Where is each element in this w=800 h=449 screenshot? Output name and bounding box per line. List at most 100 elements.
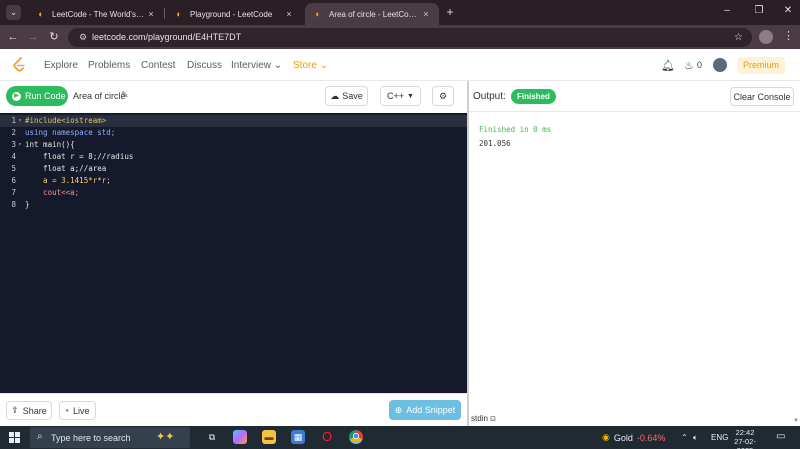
settings-button[interactable]: ⚙ [432, 86, 454, 106]
chevron-up-icon[interactable]: ⌃ [681, 433, 688, 442]
line-number: 2 [11, 128, 16, 137]
browser-tab-area-of-circle[interactable]: ◐ Area of circle - LeetCode Playground × [305, 3, 439, 25]
volume-icon[interactable]: 🔈︎ [693, 433, 698, 443]
windows-start-icon[interactable] [9, 432, 20, 443]
line-number: 1 [11, 116, 16, 125]
code-line[interactable]: 3 ▾ int main(){ [0, 139, 467, 151]
nav-store-label: Store [293, 60, 317, 71]
share-button[interactable]: ⇪ Share [6, 401, 52, 420]
code-text: cout<<a; [25, 188, 80, 197]
forward-icon[interactable]: → [26, 30, 40, 44]
language-select[interactable]: C++ ▼ [380, 86, 421, 106]
editor-toolbar: ▶ Run Code Area of circle ✎ ☁ Save C++ ▼… [0, 81, 467, 113]
clear-console-button[interactable]: Clear Console [730, 87, 794, 106]
task-view-icon[interactable]: ⧉ [205, 430, 219, 444]
plus-circle-icon: ⊕ [394, 404, 403, 415]
stdin-label: stdin [471, 414, 488, 423]
leetcode-favicon-icon: ◐ [315, 9, 321, 19]
tab-title: LeetCode - The World's Leading [52, 9, 146, 19]
play-icon: ▶ [12, 91, 21, 101]
notification-bell-icon[interactable]: 🔔︎ [661, 59, 675, 72]
code-line[interactable]: 2 using namespace std; [0, 127, 467, 139]
streak-fire-icon[interactable]: ♨ [684, 59, 694, 72]
tab-separator [164, 8, 165, 19]
search-placeholder: Type here to search [51, 433, 131, 443]
bookmark-star-icon[interactable]: ☆ [734, 31, 743, 44]
line-number: 6 [11, 176, 16, 185]
minimize-icon[interactable]: – [720, 5, 734, 16]
nav-interview[interactable]: Interview ⌄ [231, 60, 282, 71]
tab-close-icon[interactable]: × [284, 9, 294, 19]
url-text[interactable]: leetcode.com/playground/E4HTE7DT [92, 31, 241, 44]
leetcode-navbar: Explore Problems Contest Discuss Intervi… [0, 49, 800, 81]
code-line[interactable]: 1 ▾ #include<iostream> [0, 115, 467, 127]
tab-title: Area of circle - LeetCode Playground [329, 9, 421, 19]
file-explorer-icon[interactable]: ▬ [262, 430, 276, 444]
nav-contest[interactable]: Contest [141, 60, 175, 71]
tab-close-icon[interactable]: × [421, 9, 431, 19]
line-number: 4 [11, 152, 16, 161]
code-line[interactable]: 5 float a;//area [0, 163, 467, 175]
code-text: #include<iostream> [25, 116, 107, 125]
system-clock[interactable]: 22:42 27-02-2025 [729, 428, 761, 449]
opera-icon[interactable]: O [320, 430, 334, 444]
restore-icon[interactable]: ❐ [752, 5, 766, 16]
code-line[interactable]: 4 float r = 8;//radius [0, 151, 467, 163]
weather-ticker[interactable]: ◉ Gold -0.64% [602, 432, 665, 443]
windows-taskbar: ⌕ Type here to search ✦✦ ⧉ ▬ ▦ O ◉ Gold … [0, 426, 800, 449]
stdin-toggle[interactable]: stdin ⊡ [471, 414, 496, 423]
chrome-icon[interactable] [349, 430, 363, 444]
save-button[interactable]: ☁ Save [325, 86, 368, 106]
code-line[interactable]: 6 a = 3.1415*r*r; [0, 175, 467, 187]
live-button[interactable]: ● Live [59, 401, 96, 420]
code-line[interactable]: 7 cout<<a; [0, 187, 467, 199]
copilot-icon[interactable] [233, 430, 247, 444]
fold-arrow-icon[interactable]: ▾ [18, 139, 22, 151]
editor-bottom-bar: ⇪ Share ● Live ⊕ Add Snippet [0, 393, 467, 426]
share-label: Share [22, 405, 47, 416]
search-icon: ⌕ [37, 431, 43, 442]
code-text: a = 3.1415*r*r; [25, 176, 111, 185]
run-code-button[interactable]: ▶ Run Code [6, 86, 68, 106]
tab-search-chevron-icon[interactable]: ⌄ [6, 5, 21, 20]
output-panel: Output: Finished Clear Console Finished … [469, 81, 800, 426]
microsoft-store-icon[interactable]: ▦ [291, 430, 305, 444]
code-text: } [25, 200, 30, 209]
scroll-down-arrow-icon[interactable]: ▼ [793, 418, 799, 424]
browser-profile-avatar[interactable] [759, 30, 773, 44]
code-editor[interactable]: 1 ▾ #include<iostream> 2 using namespace… [0, 113, 467, 393]
nav-explore[interactable]: Explore [44, 60, 78, 71]
code-text: int main(){ [25, 140, 75, 149]
back-icon[interactable]: ← [6, 30, 20, 44]
browser-tab-playground[interactable]: ◐ Playground - LeetCode × [166, 3, 302, 25]
browser-tab-leetcode[interactable]: ◐ LeetCode - The World's Leading × [28, 3, 164, 25]
snippet-name[interactable]: Area of circle [73, 91, 126, 101]
browser-tab-strip: ⌄ ◐ LeetCode - The World's Leading × ◐ P… [0, 0, 800, 25]
new-tab-button[interactable]: + [443, 5, 457, 19]
browser-menu-icon[interactable]: ⋮ [783, 29, 794, 42]
code-text: float r = 8;//radius [25, 152, 134, 161]
nav-store[interactable]: Store ⌄ [293, 60, 328, 71]
reload-icon[interactable]: ↻ [47, 30, 61, 44]
leetcode-logo-icon[interactable] [12, 57, 26, 73]
fold-arrow-icon[interactable]: ▾ [18, 115, 22, 127]
code-line[interactable]: 8 } [0, 199, 467, 211]
nav-problems[interactable]: Problems [88, 60, 130, 71]
gold-change: -0.64% [636, 432, 666, 443]
site-info-icon[interactable]: ⚙ [76, 31, 90, 44]
nav-discuss[interactable]: Discuss [187, 60, 222, 71]
notification-center-icon[interactable]: ▭ [776, 431, 785, 442]
premium-button[interactable]: Premium [737, 57, 785, 74]
user-avatar[interactable] [713, 58, 727, 72]
address-bar[interactable]: ⚙ leetcode.com/playground/E4HTE7DT ☆ [68, 28, 752, 47]
add-snippet-button[interactable]: ⊕ Add Snippet [389, 400, 461, 420]
clock-time: 22:42 [735, 428, 755, 437]
pencil-icon[interactable]: ✎ [121, 90, 129, 101]
close-window-icon[interactable]: ✕ [781, 5, 795, 16]
nav-interview-label: Interview [231, 60, 272, 71]
taskbar-search-box[interactable]: ⌕ Type here to search ✦✦ [30, 427, 190, 448]
input-language[interactable]: ENG [711, 433, 728, 442]
output-header: Output: Finished Clear Console [469, 81, 800, 112]
live-dot-icon: ● [65, 407, 70, 414]
tab-close-icon[interactable]: × [146, 9, 156, 19]
